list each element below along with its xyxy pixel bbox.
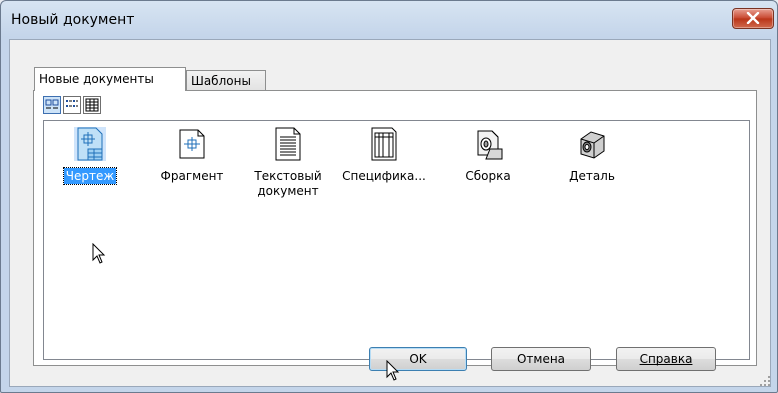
large-icons-view-icon bbox=[45, 99, 59, 109]
tab-label: Новые документы bbox=[39, 72, 154, 86]
close-button[interactable] bbox=[732, 8, 774, 29]
item-label: Текстовый документ bbox=[254, 169, 322, 198]
item-label: Чертеж bbox=[62, 167, 118, 185]
large-icons-view-button[interactable] bbox=[43, 96, 61, 114]
ok-button[interactable]: OK bbox=[369, 347, 467, 371]
close-icon bbox=[746, 12, 760, 24]
item-label: Деталь bbox=[569, 169, 615, 183]
fragment-icon bbox=[176, 127, 208, 161]
document-type-list[interactable]: Чертеж Фрагмент Текстовый документ Специ… bbox=[43, 120, 750, 360]
tab-label: Шаблоны bbox=[191, 74, 251, 88]
resize-grip-icon[interactable] bbox=[759, 375, 771, 387]
title-bar[interactable]: Новый документ bbox=[1, 1, 777, 39]
help-button-label: Справка bbox=[639, 352, 693, 366]
mouse-cursor-icon bbox=[386, 360, 400, 381]
item-label: Фрагмент bbox=[160, 169, 224, 183]
tab-templates[interactable]: Шаблоны bbox=[186, 70, 266, 90]
assembly-icon bbox=[472, 127, 504, 161]
cancel-button-label: Отмена bbox=[516, 352, 566, 366]
help-button[interactable]: Справка bbox=[616, 347, 716, 371]
mouse-cursor-icon bbox=[92, 243, 106, 264]
list-view-button[interactable] bbox=[63, 96, 81, 114]
dialog-window: Новый документ Новые документы Шаблоны Ч… bbox=[0, 0, 778, 393]
details-view-button[interactable] bbox=[83, 96, 101, 114]
details-view-icon bbox=[85, 98, 99, 112]
window-title: Новый документ bbox=[11, 12, 135, 28]
cancel-button[interactable]: Отмена bbox=[491, 347, 591, 371]
item-label: Специфика... bbox=[342, 169, 426, 183]
part-icon bbox=[576, 127, 608, 161]
ok-button-label: OK bbox=[409, 352, 427, 366]
list-view-icon bbox=[66, 100, 78, 107]
specification-icon bbox=[368, 127, 400, 161]
tab-new-documents[interactable]: Новые документы bbox=[34, 67, 186, 91]
item-label: Сборка bbox=[465, 169, 511, 183]
drawing-icon bbox=[74, 127, 106, 161]
text-document-icon bbox=[272, 127, 304, 161]
dialog-body: Новые документы Шаблоны Чертеж Фрагмент … bbox=[9, 39, 771, 387]
